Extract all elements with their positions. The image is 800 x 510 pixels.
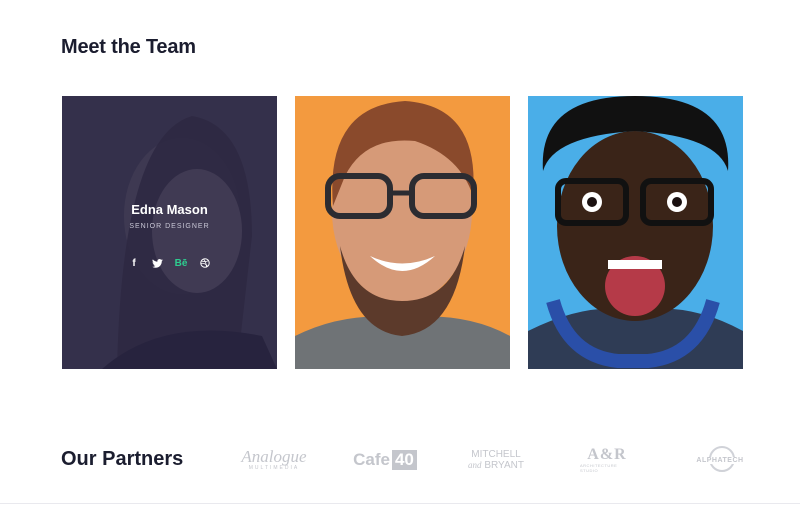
member-name: Edna Mason (131, 202, 208, 217)
team-card-edna[interactable]: Edna Mason SENIOR DESIGNER f Bē (62, 96, 277, 369)
partner-logo-mitchell-bryant[interactable]: MITCHELL and BRYANT (464, 442, 528, 478)
partner-logo-analogue[interactable]: Analogue MULTIMEDIA (234, 442, 314, 478)
partner-logo-alphatech[interactable]: ALPHATECH (690, 442, 750, 478)
logo-aor-wordmark: A&R (587, 446, 627, 463)
partner-logo-aor[interactable]: A&R ARCHITECTURE STUDIO (580, 442, 634, 478)
logo-aor-sub: ARCHITECTURE STUDIO (580, 463, 618, 473)
logo-cafe-word: Cafe (353, 450, 390, 469)
team-heading: Meet the Team (61, 36, 196, 58)
behance-icon[interactable]: Bē (174, 257, 188, 269)
logo-mitchell-and: and (468, 459, 482, 470)
facebook-icon[interactable]: f (128, 257, 140, 269)
logo-mitchell-bottom-row: and BRYANT (468, 460, 524, 471)
partners-heading: Our Partners (61, 448, 184, 470)
card-overlay (62, 96, 277, 369)
member-photo (528, 96, 743, 369)
member-role: SENIOR DESIGNER (129, 223, 210, 230)
logo-analogue-sub: MULTIMEDIA (248, 465, 300, 471)
member-photo (295, 96, 510, 369)
social-links: f Bē (62, 257, 277, 269)
logo-mitchell-top: MITCHELL (471, 448, 521, 460)
twitter-icon[interactable] (151, 257, 163, 269)
logo-cafe-number: 40 (391, 450, 417, 470)
dribbble-icon[interactable] (199, 257, 211, 269)
footer-divider (0, 503, 800, 504)
logo-analogue-wordmark: Analogue (241, 447, 307, 466)
partner-logo-cafe40[interactable]: Cafe 40 (350, 442, 420, 478)
team-card-3[interactable] (528, 96, 743, 369)
logo-mitchell-bottom: BRYANT (484, 459, 524, 471)
logo-alphatech-wordmark: ALPHATECH (695, 456, 745, 464)
team-card-2[interactable] (295, 96, 510, 369)
